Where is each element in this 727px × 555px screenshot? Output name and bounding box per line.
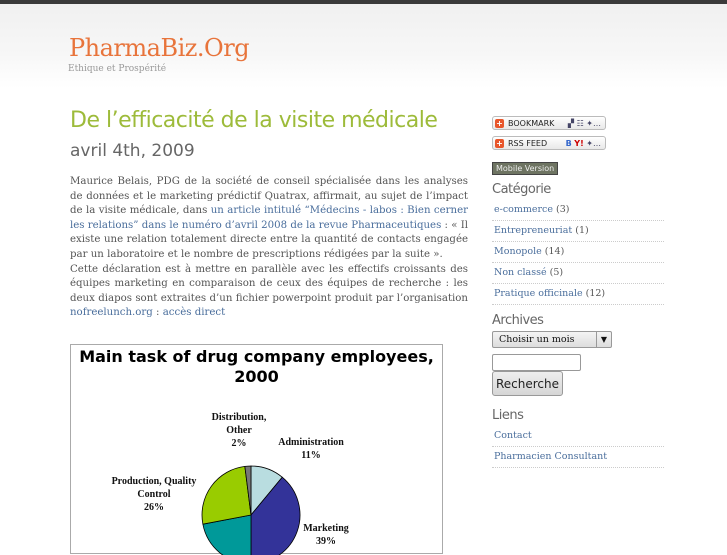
chevron-down-icon: ▼ — [596, 332, 611, 347]
category-item: Pratique officinale (12) — [492, 284, 664, 305]
pie-chart: Main task of drug company employees, 200… — [70, 344, 443, 555]
separator: : — [152, 307, 163, 319]
plus-icon: + — [495, 138, 504, 148]
archive-month-select[interactable]: Choisir un mois ▼ — [492, 331, 612, 348]
rss-label: RSS FEED — [508, 138, 548, 148]
links-title: Liens — [492, 408, 524, 423]
site-tagline: Ethique et Prospérité — [68, 64, 167, 74]
pie-slice-production — [201, 465, 252, 525]
mobile-version-button[interactable]: Mobile Version — [492, 162, 559, 175]
post-date: avril 4th, 2009 — [70, 141, 195, 161]
link-item: Contact — [492, 426, 664, 447]
category-count: (14) — [544, 246, 565, 257]
nofreelunch-link[interactable]: nofreelunch.org — [70, 307, 153, 318]
category-item: Entrepreneuriat (1) — [492, 221, 664, 242]
archives-title: Archives — [492, 313, 544, 328]
site-title[interactable]: PharmaBiz.Org — [69, 34, 250, 62]
direct-access-link[interactable]: accès direct — [163, 307, 225, 318]
slice-label-distribution: Distribution, Other 2% — [211, 412, 267, 449]
pharmacien-consultant-link[interactable]: Pharmacien Consultant — [494, 451, 607, 462]
category-link[interactable]: Entrepreneuriat — [494, 225, 572, 236]
category-item: e-commerce (3) — [492, 200, 664, 221]
category-link[interactable]: Monopole — [494, 246, 542, 257]
post-title[interactable]: De l’efficacité de la visite médicale — [70, 108, 438, 133]
category-link[interactable]: e-commerce — [494, 204, 553, 215]
categories-list: e-commerce (3) Entrepreneuriat (1) Monop… — [492, 200, 664, 305]
post-body: Maurice Belais, PDG de la société de con… — [70, 175, 468, 321]
site-header: PharmaBiz.Org Ethique et Prospérité — [0, 4, 727, 88]
category-count: (12) — [585, 288, 606, 299]
category-link[interactable]: Non classé — [494, 267, 547, 278]
paragraph-text: Cette déclaration est à mettre en parall… — [70, 263, 468, 304]
bookmark-button[interactable]: + BOOKMARK ▞ ☷ ✦… — [492, 116, 606, 130]
link-item: Pharmacien Consultant — [492, 447, 664, 468]
search-input[interactable] — [492, 354, 581, 371]
category-link[interactable]: Pratique officinale — [494, 288, 583, 299]
pie-svg — [201, 465, 301, 555]
slice-label-marketing: Marketing 39% — [303, 523, 349, 547]
category-count: (5) — [549, 267, 564, 278]
contact-link[interactable]: Contact — [494, 430, 532, 441]
slice-label-production: Production, Quality Control 26% — [111, 476, 197, 513]
sidebar: + BOOKMARK ▞ ☷ ✦… + RSS FEED B Y! ✦… Mobile … — [492, 116, 664, 468]
category-item: Non classé (5) — [492, 263, 664, 284]
bookmark-label: BOOKMARK — [508, 118, 555, 128]
social-icons: B Y! ✦… — [565, 138, 601, 148]
social-icons: ▞ ☷ ✦… — [567, 118, 601, 128]
categories-title: Catégorie — [492, 182, 551, 197]
rss-feed-button[interactable]: + RSS FEED B Y! ✦… — [492, 136, 606, 150]
search-button[interactable]: Recherche — [492, 371, 563, 396]
category-item: Monopole (14) — [492, 242, 664, 263]
category-count: (1) — [575, 225, 589, 236]
slice-label-administration: Administration 11% — [278, 437, 344, 461]
category-count: (3) — [556, 204, 570, 215]
links-list: Contact Pharmacien Consultant — [492, 426, 664, 468]
plus-icon: + — [495, 118, 504, 128]
archive-select-value: Choisir un mois — [499, 334, 575, 345]
